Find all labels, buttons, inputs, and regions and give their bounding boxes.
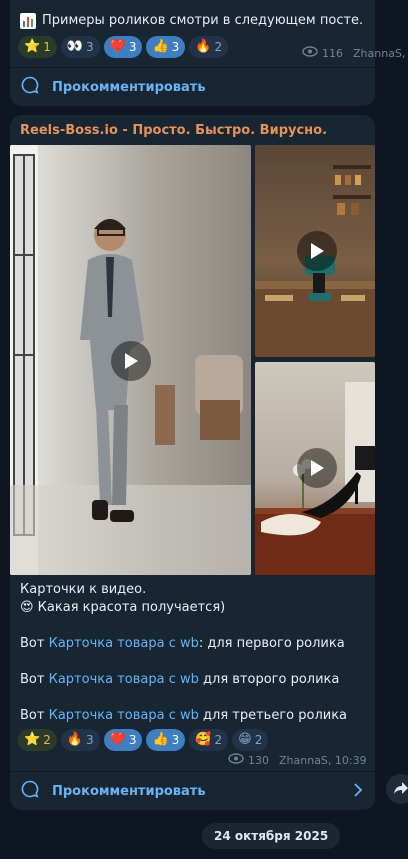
reaction-count: 3 xyxy=(128,40,137,54)
post-1-comment-bar[interactable]: Прокомментировать xyxy=(10,67,375,106)
card-prefix: Вот xyxy=(20,636,45,651)
date-separator: 24 октября 2025 xyxy=(202,823,341,849)
reaction-star[interactable]: ⭐ 2 xyxy=(18,729,57,751)
reaction-eyes[interactable]: 👀 3 xyxy=(60,36,100,58)
reaction-smiling-hearts[interactable]: 🥰 2 xyxy=(189,729,229,751)
thumbs-up-icon: 👍 xyxy=(152,732,169,747)
video-thumbnail-1[interactable] xyxy=(10,145,251,575)
reaction-heart[interactable]: ❤️ 3 xyxy=(103,729,143,751)
eyes-icon: 👀 xyxy=(66,39,84,54)
share-button[interactable] xyxy=(386,774,408,804)
play-icon[interactable] xyxy=(297,448,337,488)
card-line-1: Вот Карточка товара с wb: для первого ро… xyxy=(20,635,345,653)
smiling-hearts-icon: 🥰 xyxy=(195,732,212,747)
reaction-count: 2 xyxy=(214,40,223,54)
card-link-1[interactable]: Карточка товара с wb xyxy=(49,636,199,651)
card-suffix-1: : для первого ролика xyxy=(198,636,345,651)
reaction-grin[interactable]: 😁 2 xyxy=(232,729,269,751)
post-1-meta: 116 ZhannaS, 1( xyxy=(302,46,408,60)
fire-icon: 🔥 xyxy=(195,39,212,54)
post-1-views: 116 xyxy=(322,46,343,60)
post-2-line-2: 😍 Какая красота получается) xyxy=(20,600,226,615)
comment-button-label: Прокомментировать xyxy=(52,79,206,95)
comment-row: Прокомментировать xyxy=(10,68,375,106)
reaction-fire[interactable]: 🔥 3 xyxy=(60,729,100,751)
heart-icon: ❤️ xyxy=(109,732,126,747)
heart-icon: ❤️ xyxy=(109,39,126,54)
comment-bubble-icon xyxy=(20,75,40,99)
post-1-reactions: ⭐ 1 👀 3 ❤️ 3 👍 3 🔥 2 xyxy=(18,36,229,58)
channel-name[interactable]: Reels-Boss.io - Просто. Быстро. Вирусно. xyxy=(20,123,327,138)
chevron-right-icon[interactable] xyxy=(353,782,363,801)
card-suffix-2: для второго ролика xyxy=(203,672,340,687)
card-prefix: Вот xyxy=(20,672,45,687)
reaction-count: 1 xyxy=(43,40,51,54)
comment-bubble-icon xyxy=(20,779,40,803)
post-2-author-time: ZhannaS, 10:39 xyxy=(279,753,367,767)
star-icon: ⭐ xyxy=(24,39,41,54)
card-line-2: Вот Карточка товара с wb для второго рол… xyxy=(20,671,339,689)
card-suffix-3: для третьего ролика xyxy=(203,708,348,723)
reaction-count: 3 xyxy=(86,40,94,54)
eye-icon xyxy=(302,46,318,60)
video-thumbnail-2[interactable] xyxy=(255,145,375,357)
post-2-meta: 130 ZhannaS, 10:39 xyxy=(228,753,367,767)
reaction-count: 2 xyxy=(214,733,223,747)
reaction-fire[interactable]: 🔥 2 xyxy=(189,36,229,58)
play-icon[interactable] xyxy=(297,231,337,271)
post-2-views: 130 xyxy=(248,753,269,767)
share-arrow-icon xyxy=(393,780,408,799)
post-2-line-1: Карточки к видео. xyxy=(20,582,147,597)
reaction-count: 3 xyxy=(171,733,180,747)
post-1-text-row: Примеры роликов смотри в следующем посте… xyxy=(20,12,363,30)
reaction-count: 2 xyxy=(254,733,263,747)
card-link-2[interactable]: Карточка товара с wb xyxy=(49,672,199,687)
eye-icon xyxy=(228,753,244,767)
card-line-3: Вот Карточка товара с wb для третьего ро… xyxy=(20,707,347,725)
reaction-thumbs-up[interactable]: 👍 3 xyxy=(146,729,186,751)
reaction-count: 2 xyxy=(43,733,51,747)
post-1-text: Примеры роликов смотри в следующем посте… xyxy=(42,13,364,28)
grin-icon: 😁 xyxy=(238,732,252,747)
comment-button-label: Прокомментировать xyxy=(52,783,206,799)
chart-icon xyxy=(20,13,36,29)
post-2-reactions: ⭐ 2 🔥 3 ❤️ 3 👍 3 🥰 2 😁 2 xyxy=(18,729,269,751)
card-prefix: Вот xyxy=(20,708,45,723)
post-1-author: ZhannaS, 1( xyxy=(353,46,408,60)
card-link-3[interactable]: Карточка товара с wb xyxy=(49,708,199,723)
reaction-star[interactable]: ⭐ 1 xyxy=(18,36,57,58)
fire-icon: 🔥 xyxy=(66,732,84,747)
reaction-count: 3 xyxy=(171,40,180,54)
reaction-count: 3 xyxy=(86,733,94,747)
post-2-comment-bar[interactable]: Прокомментировать xyxy=(10,772,375,810)
video-thumbnail-3[interactable] xyxy=(255,362,375,575)
reaction-count: 3 xyxy=(128,733,137,747)
star-icon: ⭐ xyxy=(24,732,41,747)
reaction-heart[interactable]: ❤️ 3 xyxy=(103,36,143,58)
play-icon[interactable] xyxy=(111,341,151,381)
thumbs-up-icon: 👍 xyxy=(152,39,169,54)
reaction-thumbs-up[interactable]: 👍 3 xyxy=(146,36,186,58)
message-post-2: Reels-Boss.io - Просто. Быстро. Вирусно. xyxy=(10,115,375,810)
